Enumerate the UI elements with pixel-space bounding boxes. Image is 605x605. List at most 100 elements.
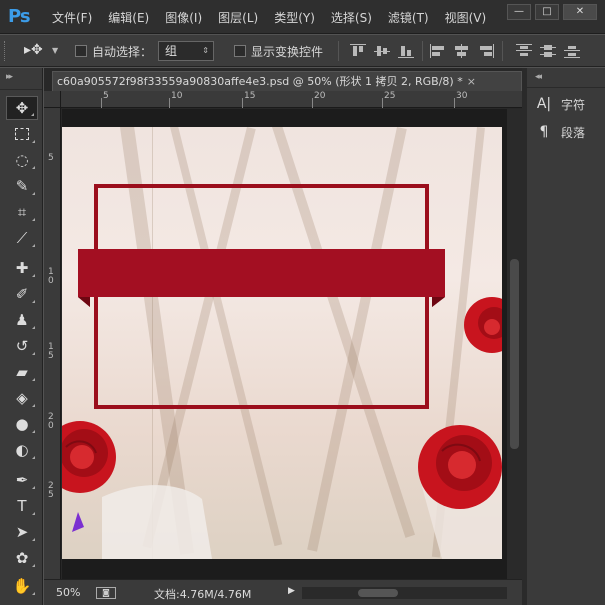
marquee-tool-icon[interactable] [6, 122, 38, 146]
crop-tool-icon[interactable]: ⌗ [6, 200, 38, 224]
align-top-icon[interactable] [350, 44, 366, 58]
document-info: 文档:4.76M/4.76M [154, 588, 252, 601]
ruler-corner[interactable] [44, 91, 61, 108]
tools-panel-header[interactable]: ▸▸ [0, 68, 42, 90]
lasso-tool-icon[interactable]: ◌ [6, 148, 38, 172]
custom-shape-tool-icon[interactable]: ✿ [6, 546, 38, 570]
red-banner [78, 249, 445, 307]
brush-tool-icon[interactable]: ✐ [6, 282, 38, 306]
vertical-ruler[interactable]: 5 1 0 1 5 2 0 2 5 [44, 108, 61, 579]
separator [422, 41, 423, 61]
photoshop-logo-icon: Ps [8, 6, 31, 27]
clone-stamp-tool-icon[interactable]: ♟ [6, 308, 38, 332]
vertical-scroll-thumb[interactable] [510, 259, 519, 449]
align-horizontal-center-icon[interactable] [454, 44, 470, 58]
separator [502, 41, 503, 61]
rose-left [62, 421, 116, 493]
document-title: c60a905572f98f33559a90830affe4e3.psd @ 5… [57, 75, 463, 88]
collapse-icon[interactable]: ▸▸ [6, 72, 13, 82]
maximize-button[interactable]: □ [535, 4, 559, 20]
dodge-tool-icon[interactable]: ◐ [6, 438, 38, 462]
paragraph-panel-button[interactable]: ¶ 段落 [533, 120, 603, 144]
paragraph-icon: ¶ [539, 124, 549, 140]
document-tab[interactable]: c60a905572f98f33559a90830affe4e3.psd @ 5… [52, 71, 522, 91]
menu-view[interactable]: 视图(V) [437, 9, 495, 26]
tools-panel: ▸▸ ✥ ◌ ✎ ⌗ ⟋ ✚ ✐ ♟ ↺ ▰ ◈ ● ◐ ✒ T ➤ ✿ ✋ [0, 68, 43, 605]
proof-icon[interactable]: ◙ [96, 587, 116, 599]
purple-accent [72, 512, 84, 532]
blur-tool-icon[interactable]: ● [6, 412, 38, 436]
canvas-area[interactable] [62, 109, 507, 579]
quick-selection-tool-icon[interactable]: ✎ [6, 174, 38, 198]
close-button[interactable]: ✕ [563, 4, 597, 20]
paragraph-panel-label: 段落 [561, 125, 586, 140]
dropdown-arrows-icon: ⇕ [202, 46, 209, 55]
move-tool-preset-icon[interactable]: ▸✥ [24, 42, 43, 58]
ruler-label: 10 [171, 91, 183, 101]
separator [338, 41, 339, 61]
canvas[interactable] [62, 127, 502, 559]
expand-icon[interactable]: ◂◂ [535, 72, 542, 82]
distribute-top-icon[interactable] [516, 44, 532, 58]
show-transform-checkbox[interactable] [234, 45, 246, 57]
ruler-label: 2 0 [48, 412, 54, 431]
path-selection-tool-icon[interactable]: ➤ [6, 520, 38, 544]
paint-bucket-tool-icon[interactable]: ◈ [6, 386, 38, 410]
history-brush-tool-icon[interactable]: ↺ [6, 334, 38, 358]
eraser-tool-icon[interactable]: ▰ [6, 360, 38, 384]
distribute-bottom-icon[interactable] [564, 44, 580, 58]
close-tab-icon[interactable]: × [467, 75, 476, 88]
banner-fold-left [78, 297, 90, 307]
auto-select-checkbox[interactable] [75, 45, 87, 57]
hand-tool-icon[interactable]: ✋ [6, 574, 38, 598]
right-panel: ◂◂ A| 字符 ¶ 段落 [527, 68, 605, 605]
type-tool-icon[interactable]: T [6, 494, 38, 518]
right-panel-header[interactable]: ◂◂ [527, 68, 605, 88]
zoom-level[interactable]: 50% [56, 586, 80, 599]
menu-file[interactable]: 文件(F) [44, 9, 100, 26]
document-window: c60a905572f98f33559a90830affe4e3.psd @ 5… [44, 68, 522, 605]
menu-type[interactable]: 类型(Y) [266, 9, 323, 26]
options-bar: ▸✥ ▼ 自动选择： 组 ⇕ 显示变换控件 [0, 35, 605, 67]
paper-shape [102, 485, 212, 559]
align-right-icon[interactable] [478, 44, 494, 58]
canvas-artwork [62, 184, 502, 559]
horizontal-ruler[interactable]: 5 10 15 20 25 30 [61, 91, 522, 108]
minimize-button[interactable]: — [507, 4, 531, 20]
auto-select-label: 自动选择： [92, 45, 153, 59]
menu-layer[interactable]: 图层(L) [210, 9, 266, 26]
ruler-label: 25 [384, 91, 396, 101]
menu-edit[interactable]: 编辑(E) [100, 9, 157, 26]
eyedropper-tool-icon[interactable]: ⟋ [6, 226, 38, 250]
status-menu-arrow-icon[interactable]: ▶ [288, 586, 295, 596]
horizontal-scrollbar[interactable] [302, 587, 507, 599]
align-vertical-center-icon[interactable] [374, 44, 390, 58]
menu-image[interactable]: 图像(I) [157, 9, 210, 26]
align-bottom-icon[interactable] [398, 44, 414, 58]
ruler-tick [454, 98, 455, 108]
menu-select[interactable]: 选择(S) [323, 9, 380, 26]
menu-filter[interactable]: 滤镜(T) [380, 9, 437, 26]
ruler-label: 2 5 [48, 481, 54, 500]
move-tool-icon[interactable]: ✥ [6, 96, 38, 120]
rose-edge [464, 297, 502, 353]
auto-select-dropdown[interactable]: 组 ⇕ [158, 41, 214, 61]
ruler-label: 5 [103, 91, 109, 101]
show-transform-label: 显示变换控件 [251, 45, 324, 59]
horizontal-scroll-thumb[interactable] [358, 589, 398, 597]
ruler-label: 20 [314, 91, 326, 101]
ruler-tick [169, 98, 170, 108]
vertical-scrollbar[interactable] [507, 109, 522, 579]
window-controls: — □ ✕ [507, 4, 597, 20]
ruler-label: 1 0 [48, 267, 54, 286]
distribute-vertical-center-icon[interactable] [540, 44, 556, 58]
healing-brush-tool-icon[interactable]: ✚ [6, 256, 38, 280]
banner-fold-right [432, 297, 445, 307]
pen-tool-icon[interactable]: ✒ [6, 468, 38, 492]
character-panel-label: 字符 [561, 97, 586, 112]
ruler-label: 1 5 [48, 342, 54, 361]
options-grip[interactable] [4, 41, 8, 61]
chevron-down-icon[interactable]: ▼ [52, 46, 58, 55]
align-left-icon[interactable] [430, 44, 446, 58]
character-panel-button[interactable]: A| 字符 [533, 92, 603, 116]
